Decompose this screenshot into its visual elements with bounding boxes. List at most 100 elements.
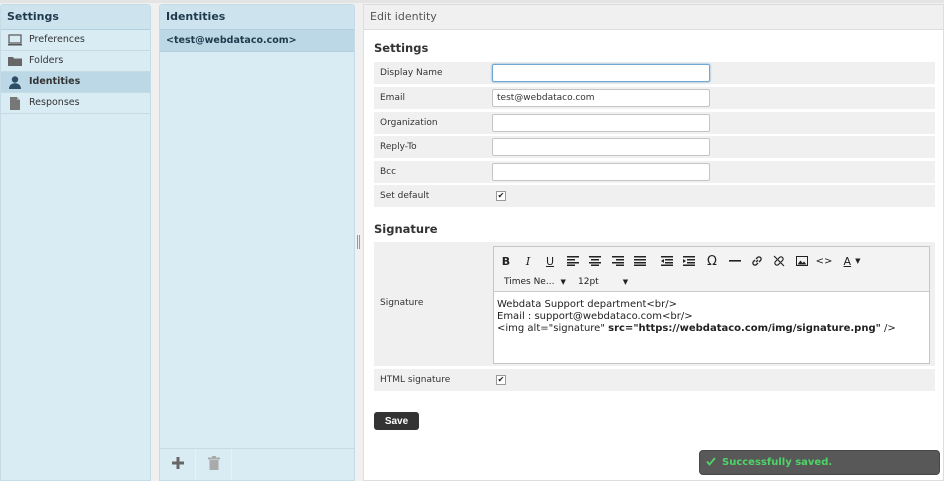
bcc-label: Bcc <box>380 167 397 177</box>
signature-line: <img alt="signature" src="https://webdat… <box>497 323 926 335</box>
signature-editor-body[interactable]: Webdata Support department<br/> Email : … <box>494 292 929 342</box>
check-icon <box>706 456 716 469</box>
set-default-row: Set default ✔ <box>374 185 935 207</box>
align-right-button[interactable] <box>609 252 627 270</box>
nav-label: Folders <box>29 55 64 66</box>
display-name-row: Display Name <box>374 62 935 84</box>
font-size-value: 12pt <box>578 277 599 287</box>
success-toast: Successfully saved. <box>699 450 940 475</box>
html-signature-checkbox[interactable]: ✔ <box>496 375 506 385</box>
settings-nav: Preferences Folders Identities Responses <box>1 30 150 114</box>
identities-panel: Identities <test@webdataco.com> <box>159 4 355 481</box>
nav-item-preferences[interactable]: Preferences <box>1 30 150 51</box>
outdent-icon <box>661 256 673 266</box>
nav-label: Identities <box>29 76 81 87</box>
horizontal-rule-icon <box>729 260 741 262</box>
indent-icon <box>683 256 695 266</box>
signature-text: /> <box>880 323 896 334</box>
font-family-value: Times Ne... <box>504 277 555 287</box>
identities-footer <box>160 448 354 480</box>
nav-item-responses[interactable]: Responses <box>1 93 150 114</box>
align-center-icon <box>589 256 601 266</box>
insert-image-button[interactable] <box>793 252 811 270</box>
trash-icon <box>207 456 220 473</box>
underline-button[interactable]: U <box>541 252 559 270</box>
insert-link-button[interactable] <box>748 252 766 270</box>
top-border <box>0 0 944 3</box>
font-size-select[interactable]: 12pt ▼ <box>578 274 640 290</box>
settings-section-title: Settings <box>374 41 429 55</box>
folder-icon <box>7 54 23 68</box>
align-left-button[interactable] <box>564 252 582 270</box>
html-signature-label: HTML signature <box>380 375 451 385</box>
monitor-icon <box>7 33 23 47</box>
bold-button[interactable]: B <box>497 252 515 270</box>
identity-list-item[interactable]: <test@webdataco.com> <box>160 30 354 52</box>
align-left-icon <box>567 256 579 266</box>
organization-row: Organization <box>374 112 935 134</box>
organization-label: Organization <box>380 118 438 128</box>
signature-editor: B I U Ω <> A ▼ Times Ne... ▼ 12pt ▼ Webd… <box>493 246 930 364</box>
add-identity-button[interactable] <box>160 449 196 480</box>
align-center-button[interactable] <box>586 252 604 270</box>
toast-message: Successfully saved. <box>722 457 833 468</box>
italic-button[interactable]: I <box>519 252 537 270</box>
source-code-button[interactable]: <> <box>815 252 833 270</box>
unlink-icon <box>773 255 785 267</box>
nav-item-identities[interactable]: Identities <box>1 72 150 93</box>
reply-to-row: Reply-To <box>374 136 935 158</box>
identities-panel-title: Identities <box>160 5 354 30</box>
font-family-select[interactable]: Times Ne... ▼ <box>504 274 574 290</box>
omega-icon: Ω <box>707 253 717 269</box>
chevron-down-icon: ▼ <box>560 278 566 286</box>
signature-line: Webdata Support department<br/> <box>497 299 677 310</box>
email-input[interactable] <box>492 89 710 107</box>
display-name-input[interactable] <box>492 64 710 82</box>
set-default-label: Set default <box>380 191 430 201</box>
image-icon <box>796 256 808 266</box>
delete-identity-button[interactable] <box>196 449 232 480</box>
link-icon <box>752 256 762 266</box>
display-name-label: Display Name <box>380 68 443 78</box>
set-default-checkbox[interactable]: ✔ <box>496 191 506 201</box>
nav-label: Preferences <box>29 34 85 45</box>
signature-text: <img alt="signature" <box>497 323 609 334</box>
indent-button[interactable] <box>680 252 698 270</box>
bcc-input[interactable] <box>492 163 710 181</box>
nav-item-folders[interactable]: Folders <box>1 51 150 72</box>
outdent-button[interactable] <box>658 252 676 270</box>
unlink-button[interactable] <box>770 252 788 270</box>
organization-input[interactable] <box>492 114 710 132</box>
signature-row: Signature B I U Ω <> A ▼ Times Ne... ▼ 1… <box>374 242 935 366</box>
plus-icon <box>171 457 184 472</box>
signature-line: Email : support@webdataco.com<br/> <box>497 311 693 322</box>
chevron-down-icon: ▼ <box>855 257 861 265</box>
chevron-down-icon: ▼ <box>622 278 629 286</box>
text-color-button[interactable]: A ▼ <box>839 252 865 270</box>
html-signature-row: HTML signature ✔ <box>374 369 935 391</box>
text-color-icon: A <box>843 254 852 268</box>
person-icon <box>7 75 23 89</box>
email-row: Email <box>374 87 935 109</box>
settings-panel: Settings Preferences Folders Identities … <box>0 4 151 481</box>
signature-text-bold: src="https://webdataco.com/img/signature… <box>608 323 881 334</box>
panel-splitter[interactable] <box>357 235 360 249</box>
signature-label: Signature <box>380 298 424 308</box>
code-icon: <> <box>815 255 833 267</box>
horizontal-rule-button[interactable] <box>726 252 744 270</box>
justify-icon <box>634 256 646 266</box>
save-button[interactable]: Save <box>374 412 419 430</box>
reply-to-input[interactable] <box>492 138 710 156</box>
bcc-row: Bcc <box>374 161 935 183</box>
editor-toolbar: B I U Ω <> A ▼ Times Ne... ▼ 12pt ▼ <box>494 247 929 292</box>
special-char-button[interactable]: Ω <box>703 252 721 270</box>
email-label: Email <box>380 93 405 103</box>
justify-button[interactable] <box>631 252 649 270</box>
reply-to-label: Reply-To <box>380 142 417 152</box>
edit-panel-title: Edit identity <box>364 5 943 30</box>
settings-panel-title: Settings <box>1 5 150 30</box>
edit-identity-panel: Edit identity Settings Display Name Emai… <box>363 4 944 481</box>
align-right-icon <box>612 256 624 266</box>
signature-section-title: Signature <box>374 222 438 236</box>
nav-label: Responses <box>29 97 80 108</box>
